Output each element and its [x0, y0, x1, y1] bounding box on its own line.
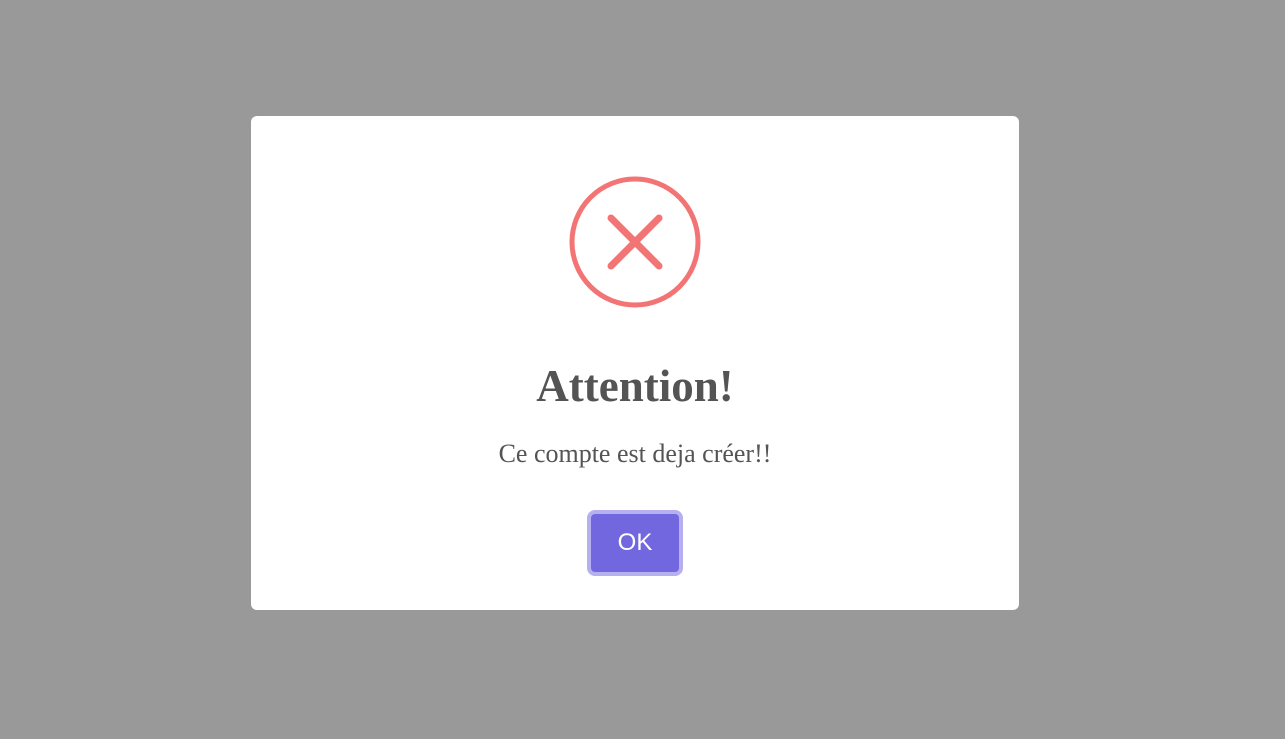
dialog-message: Ce compte est deja créer!!	[498, 439, 772, 468]
alert-dialog: Attention! Ce compte est deja créer!! OK	[251, 116, 1019, 610]
dialog-title: Attention!	[536, 361, 734, 411]
ok-button[interactable]: OK	[587, 510, 683, 576]
error-x-icon	[569, 176, 701, 308]
